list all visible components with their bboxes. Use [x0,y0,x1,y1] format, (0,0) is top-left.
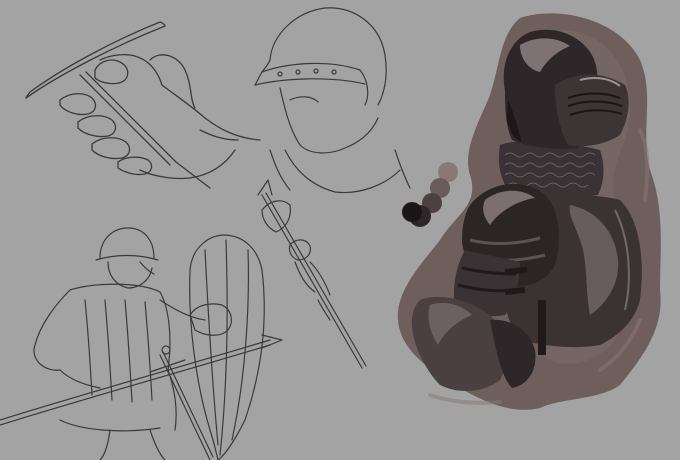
helmet-rivets [277,68,337,77]
color-swatch [402,202,422,222]
color-swatches [402,162,458,227]
hand-gripping-shield-sketch [25,21,261,189]
artwork-svg [0,7,661,460]
soldier-with-shield-and-spear-sketch [0,227,283,460]
poleaxe-soldier-sketch [257,179,367,369]
armored-knight-painting [397,13,661,410]
helmet-sketch [254,7,411,194]
drawing-canvas [0,0,680,460]
